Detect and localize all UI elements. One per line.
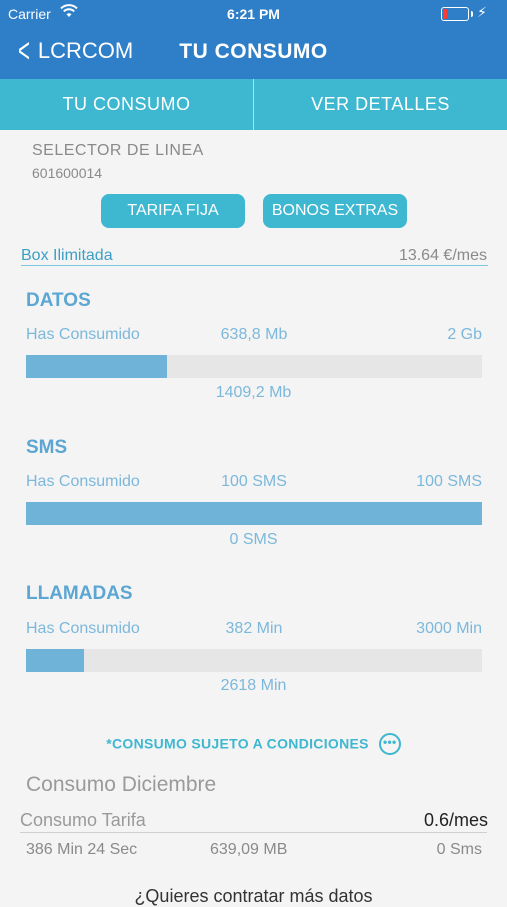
llamadas-progress-fill: [26, 649, 84, 672]
sms-used-value: 100 SMS: [221, 473, 287, 490]
plan-name: Box Ilimitada: [21, 247, 113, 264]
more-dots-icon[interactable]: •••: [378, 733, 401, 755]
sms-remaining: 0 SMS: [229, 531, 278, 548]
consumo-minutes: 386 Min 24 Sec: [26, 841, 138, 858]
consumo-data: 639,09 MB: [210, 841, 288, 858]
page-title: TU CONSUMO: [179, 40, 328, 63]
charging-bolt-icon: ⚡: [477, 4, 487, 20]
line-selector-title[interactable]: SELECTOR DE LINEA: [32, 142, 204, 160]
datos-progress-fill: [26, 355, 168, 378]
datos-remaining: 1409,2 Mb: [215, 384, 292, 401]
status-time: 6:21 PM: [227, 6, 280, 22]
consumo-sms: 0 Sms: [436, 841, 482, 858]
datos-progress-bar: [26, 355, 482, 378]
tab-tu-consumo[interactable]: TU CONSUMO: [0, 79, 253, 130]
more-data-prompt[interactable]: ¿Quieres contratar más datos: [0, 886, 507, 907]
conditions-notice[interactable]: *CONSUMO SUJETO A CONDICIONES •••: [0, 733, 507, 756]
llamadas-total-value: 3000 Min: [416, 620, 482, 637]
consumo-tarifa-value: 0.6/mes: [423, 810, 488, 830]
datos-total-value: 2 Gb: [447, 326, 482, 343]
conditions-text: *CONSUMO SUJETO A CONDICIONES: [106, 735, 369, 752]
llamadas-progress-bar: [26, 649, 482, 672]
consumo-tarifa-label: Consumo Tarifa: [20, 810, 146, 830]
llamadas-title: LLAMADAS: [26, 583, 133, 604]
sms-total-value: 100 SMS: [416, 473, 482, 490]
sms-used-label: Has Consumido: [26, 473, 140, 490]
plan-divider: [21, 265, 488, 266]
sms-title: SMS: [26, 437, 68, 458]
consumo-divider: [20, 832, 487, 833]
datos-used-value: 638,8 Mb: [220, 326, 288, 343]
llamadas-remaining: 2618 Min: [220, 677, 287, 694]
consumo-title: Consumo Diciembre: [26, 773, 217, 796]
header-bar: Carrier 6:21 PM ⚡ < LCRCOM TU CONSUMO: [0, 0, 507, 79]
tab-bar: TU CONSUMO VER DETALLES: [0, 79, 507, 130]
battery-icon: [441, 7, 473, 21]
tab-ver-detalles[interactable]: VER DETALLES: [253, 79, 507, 130]
tarifa-fija-button[interactable]: TARIFA FIJA: [101, 194, 245, 228]
llamadas-used-label: Has Consumido: [26, 620, 140, 637]
sms-progress-fill: [26, 502, 482, 525]
sms-progress-bar: [26, 502, 482, 525]
line-selector-number[interactable]: 601600014: [32, 165, 102, 181]
plan-price: 13.64 €/mes: [398, 247, 487, 264]
llamadas-used-value: 382 Min: [225, 620, 283, 637]
status-bar: Carrier 6:21 PM ⚡: [0, 0, 507, 28]
bonos-extras-button[interactable]: BONOS EXTRAS: [263, 194, 407, 228]
datos-title: DATOS: [26, 290, 91, 311]
datos-used-label: Has Consumido: [26, 326, 140, 343]
